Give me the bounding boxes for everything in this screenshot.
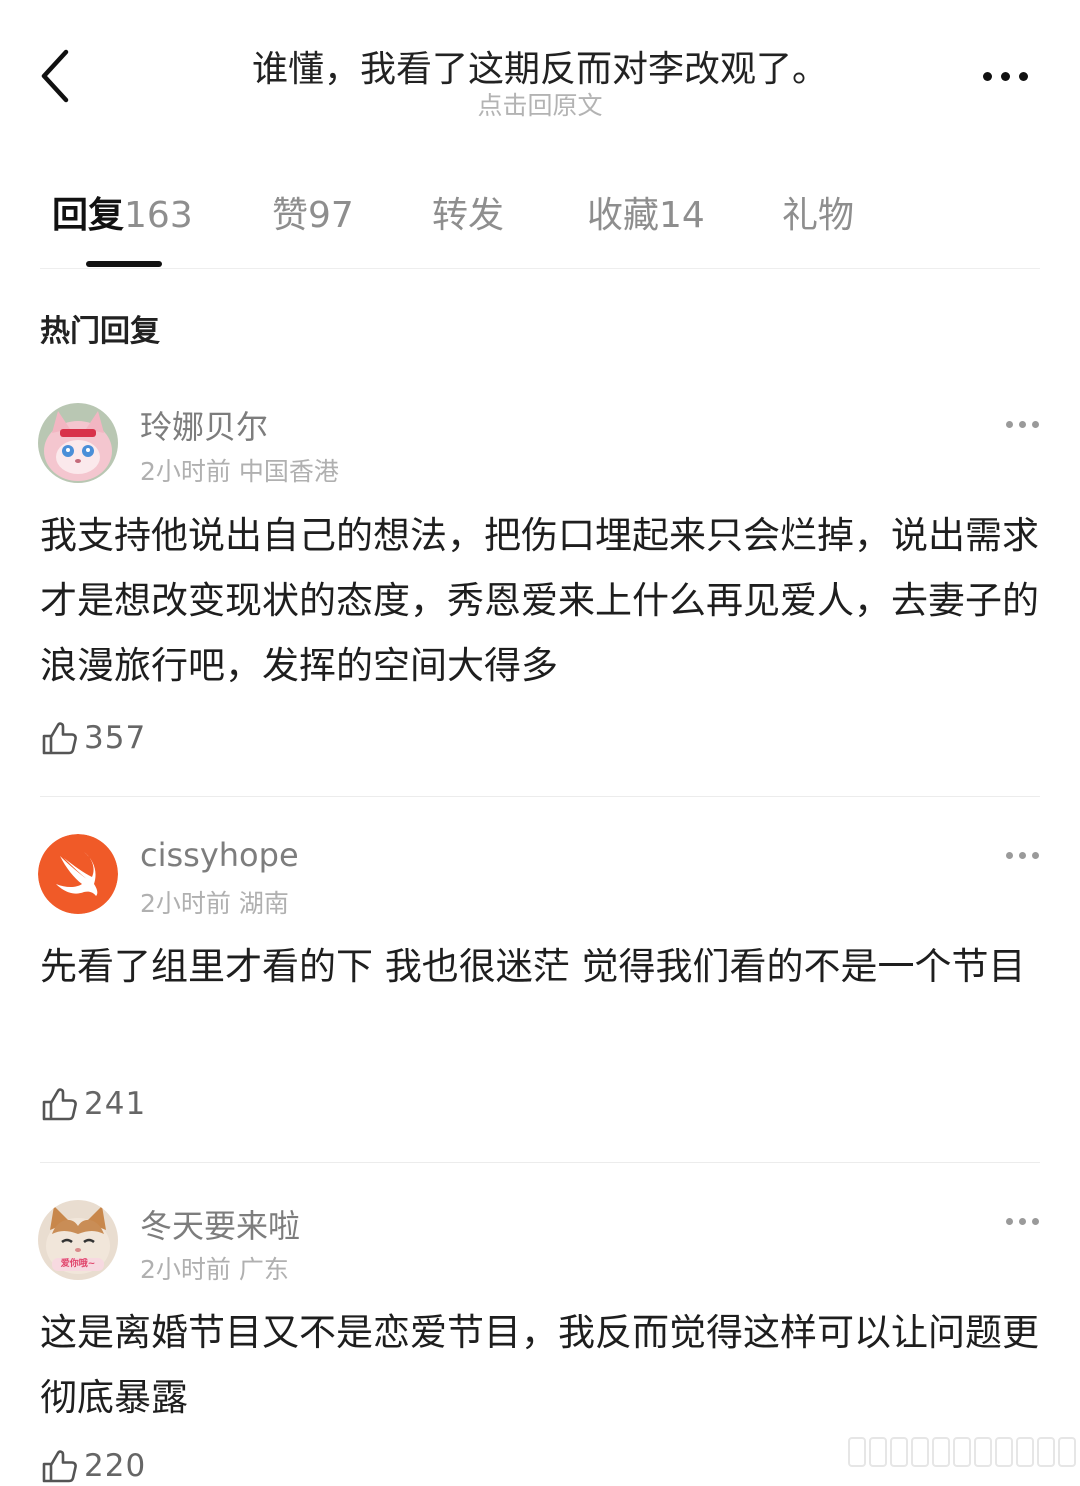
comment-meta: 2小时前 湖南 xyxy=(140,884,289,920)
comment-time: 2小时前 xyxy=(140,889,231,918)
like-button[interactable]: 241 xyxy=(40,1084,146,1124)
section-title: 热门回复 xyxy=(40,314,160,349)
comment-location: 广东 xyxy=(238,1255,289,1284)
view-original-link[interactable]: 点击回原文 xyxy=(160,86,920,122)
comment-text: 先看了组里才看的下 我也很迷茫 觉得我们看的不是一个节目 xyxy=(40,945,1026,988)
watermark xyxy=(848,1432,1076,1472)
comment-more-button[interactable] xyxy=(996,1209,1048,1233)
username[interactable]: 玲娜贝尔 xyxy=(140,402,268,448)
comment-more-button[interactable] xyxy=(996,412,1048,436)
avatar[interactable] xyxy=(38,834,118,914)
active-tab-indicator xyxy=(86,261,162,267)
comment-meta: 2小时前 广东 xyxy=(140,1250,289,1286)
comment-location: 湖南 xyxy=(238,889,289,918)
tab-count: 14 xyxy=(659,195,705,236)
username[interactable]: cissyhope xyxy=(140,836,299,874)
comment-time: 2小时前 xyxy=(140,1255,231,1284)
like-count: 220 xyxy=(84,1448,147,1484)
tab-count: 97 xyxy=(308,195,354,236)
divider xyxy=(40,796,1040,797)
tab-likes[interactable]: 赞97 xyxy=(272,186,354,238)
tab-count: 163 xyxy=(124,195,193,236)
like-button[interactable]: 220 xyxy=(40,1446,146,1486)
tab-gifts[interactable]: 礼物 xyxy=(782,186,854,238)
more-options-button[interactable] xyxy=(970,52,1040,100)
comment-location: 中国香港 xyxy=(238,457,339,486)
divider xyxy=(40,268,1040,269)
tab-bar: 回复163 赞97 转发 收藏14 礼物 xyxy=(0,186,1080,246)
more-icon xyxy=(996,1209,1048,1233)
tab-reposts[interactable]: 转发 xyxy=(432,186,504,238)
more-icon xyxy=(996,412,1048,436)
pink-fox-plush-icon xyxy=(38,403,118,483)
comment-text: 这是离婚节目又不是恋爱节目，我反而觉得这样可以让问题更彻底暴露 xyxy=(40,1311,1039,1419)
back-button[interactable] xyxy=(30,44,86,108)
like-button[interactable]: 357 xyxy=(40,718,146,758)
comment-more-button[interactable] xyxy=(996,843,1048,867)
thumbs-up-icon xyxy=(42,1088,77,1121)
thumbs-up-icon xyxy=(42,722,77,755)
more-icon xyxy=(996,843,1048,867)
top-bar: 谁懂，我看了这期反而对李改观了。 点击回原文 xyxy=(0,0,1080,140)
tab-replies[interactable]: 回复163 xyxy=(52,186,193,238)
swift-logo-icon xyxy=(38,834,118,914)
thumbs-up-icon xyxy=(42,1450,77,1483)
tab-favorites[interactable]: 收藏14 xyxy=(587,186,705,238)
comment-text: 我支持他说出自己的想法，把伤口埋起来只会烂掉，说出需求才是想改变现状的态度，秀恩… xyxy=(40,514,1039,687)
tab-label: 收藏 xyxy=(587,195,660,236)
chevron-left-icon xyxy=(41,49,69,103)
username[interactable]: 冬天要来啦 xyxy=(140,1201,300,1247)
comment-meta: 2小时前 中国香港 xyxy=(140,452,339,488)
tab-label: 赞 xyxy=(272,195,309,236)
comment-time: 2小时前 xyxy=(140,457,231,486)
tab-label: 回复 xyxy=(52,195,125,236)
avatar[interactable] xyxy=(38,403,118,483)
like-count: 241 xyxy=(84,1086,147,1122)
tab-label: 转发 xyxy=(432,195,505,236)
like-count: 357 xyxy=(84,720,147,756)
avatar-caption: 爱你哦~ xyxy=(60,1259,96,1269)
tab-label: 礼物 xyxy=(782,195,855,236)
post-title: 谁懂，我看了这期反而对李改观了。 xyxy=(251,49,828,90)
divider xyxy=(40,1162,1040,1163)
more-icon xyxy=(970,52,1040,100)
avatar[interactable]: 爱你哦~ xyxy=(38,1200,118,1280)
